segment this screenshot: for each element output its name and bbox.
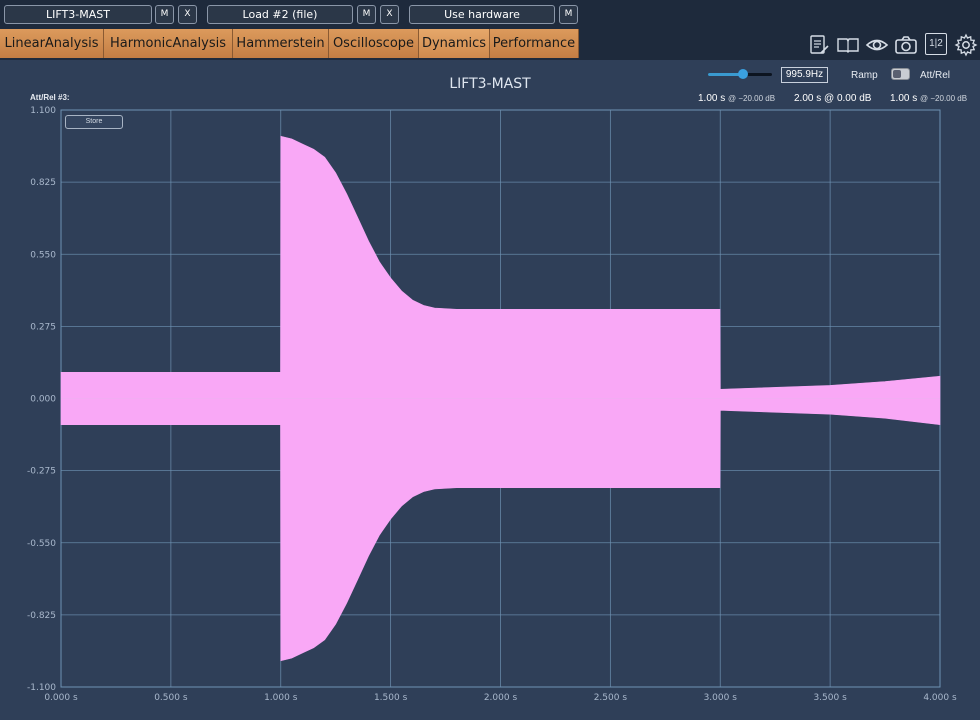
tab-oscilloscope[interactable]: Oscilloscope bbox=[329, 29, 419, 58]
tab-hammerstein[interactable]: Hammerstein bbox=[233, 29, 329, 58]
y-tick-label: -1.100 bbox=[27, 683, 56, 693]
plot-title: LIFT3-MAST bbox=[449, 76, 531, 92]
use-hardware-field[interactable]: Use hardware bbox=[409, 5, 555, 24]
y-tick-label: -0.275 bbox=[27, 467, 56, 477]
param-release: 1.00 s @ −20.00 dB bbox=[890, 93, 967, 104]
x-tick-label: 1.000 s bbox=[264, 693, 298, 703]
x-tick-label: 3.000 s bbox=[704, 693, 738, 703]
frequency-field[interactable]: 995.9Hz bbox=[781, 67, 828, 83]
x-tick-label: 4.000 s bbox=[923, 693, 957, 703]
y-tick-label: 1.100 bbox=[30, 106, 56, 116]
x-tick-label: 0.500 s bbox=[154, 693, 188, 703]
camera-icon[interactable] bbox=[894, 33, 918, 57]
device-name-field[interactable]: LIFT3-MAST bbox=[4, 5, 152, 24]
store-button[interactable]: Store bbox=[65, 115, 123, 129]
y-tick-label: 0.000 bbox=[30, 395, 56, 405]
device-mute-button[interactable]: M bbox=[155, 5, 174, 24]
manual-icon[interactable] bbox=[836, 33, 860, 57]
y-tick-label: -0.825 bbox=[27, 611, 56, 621]
y-tick-label: -0.550 bbox=[27, 539, 56, 549]
hardware-mute-button[interactable]: M bbox=[559, 5, 578, 24]
y-tick-label: 0.275 bbox=[30, 322, 56, 332]
tab-strip: LinearAnalysis HarmonicAnalysis Hammerst… bbox=[0, 29, 980, 58]
load-mute-button[interactable]: M bbox=[357, 5, 376, 24]
tab-performance[interactable]: Performance bbox=[490, 29, 579, 58]
param-release-time: 1.00 s bbox=[890, 93, 918, 104]
x-tick-label: 2.000 s bbox=[484, 693, 518, 703]
tab-linear-analysis[interactable]: LinearAnalysis bbox=[0, 29, 104, 58]
eye-icon[interactable] bbox=[865, 33, 889, 57]
ramp-label: Ramp bbox=[851, 70, 878, 81]
att-rel-label: Att/Rel #3: bbox=[30, 93, 70, 102]
y-tick-label: 0.825 bbox=[30, 178, 56, 188]
notes-icon[interactable] bbox=[807, 33, 831, 57]
param-attack: 1.00 s @ −20.00 dB bbox=[698, 93, 775, 104]
x-tick-label: 3.500 s bbox=[813, 693, 847, 703]
param-attack-level: @ −20.00 dB bbox=[728, 94, 776, 103]
tab-dynamics[interactable]: Dynamics bbox=[419, 29, 490, 58]
att-rel-toggle-label: Att/Rel bbox=[920, 70, 951, 81]
param-hold: 2.00 s @ 0.00 dB bbox=[794, 93, 871, 104]
x-tick-label: 1.500 s bbox=[374, 693, 408, 703]
split-view-icon[interactable]: 1|2 bbox=[925, 33, 947, 55]
frequency-slider[interactable] bbox=[708, 69, 772, 79]
plot-panel: 0.000 s 0.500 s 1.000 s 1.500 s 2.000 s 2.500… bbox=[0, 58, 980, 720]
param-release-level: @ −20.00 dB bbox=[920, 94, 968, 103]
x-tick-label: 0.000 s bbox=[44, 693, 78, 703]
att-rel-toggle[interactable] bbox=[891, 68, 910, 80]
param-hold-level: @ 0.00 dB bbox=[824, 93, 872, 104]
param-hold-time: 2.00 s bbox=[794, 93, 822, 104]
settings-icon[interactable] bbox=[954, 33, 978, 57]
waveform-plot[interactable]: 0.000 s 0.500 s 1.000 s 1.500 s 2.000 s 2.500… bbox=[0, 60, 980, 720]
y-tick-label: 0.550 bbox=[30, 250, 56, 260]
top-control-bar: LIFT3-MAST M X Load #2 (file) M X Use ha… bbox=[0, 0, 980, 29]
device-close-button[interactable]: X bbox=[178, 5, 197, 24]
load-close-button[interactable]: X bbox=[380, 5, 399, 24]
tab-harmonic-analysis[interactable]: HarmonicAnalysis bbox=[104, 29, 233, 58]
x-tick-label: 2.500 s bbox=[594, 693, 628, 703]
param-attack-time: 1.00 s bbox=[698, 93, 726, 104]
load-file-field[interactable]: Load #2 (file) bbox=[207, 5, 353, 24]
